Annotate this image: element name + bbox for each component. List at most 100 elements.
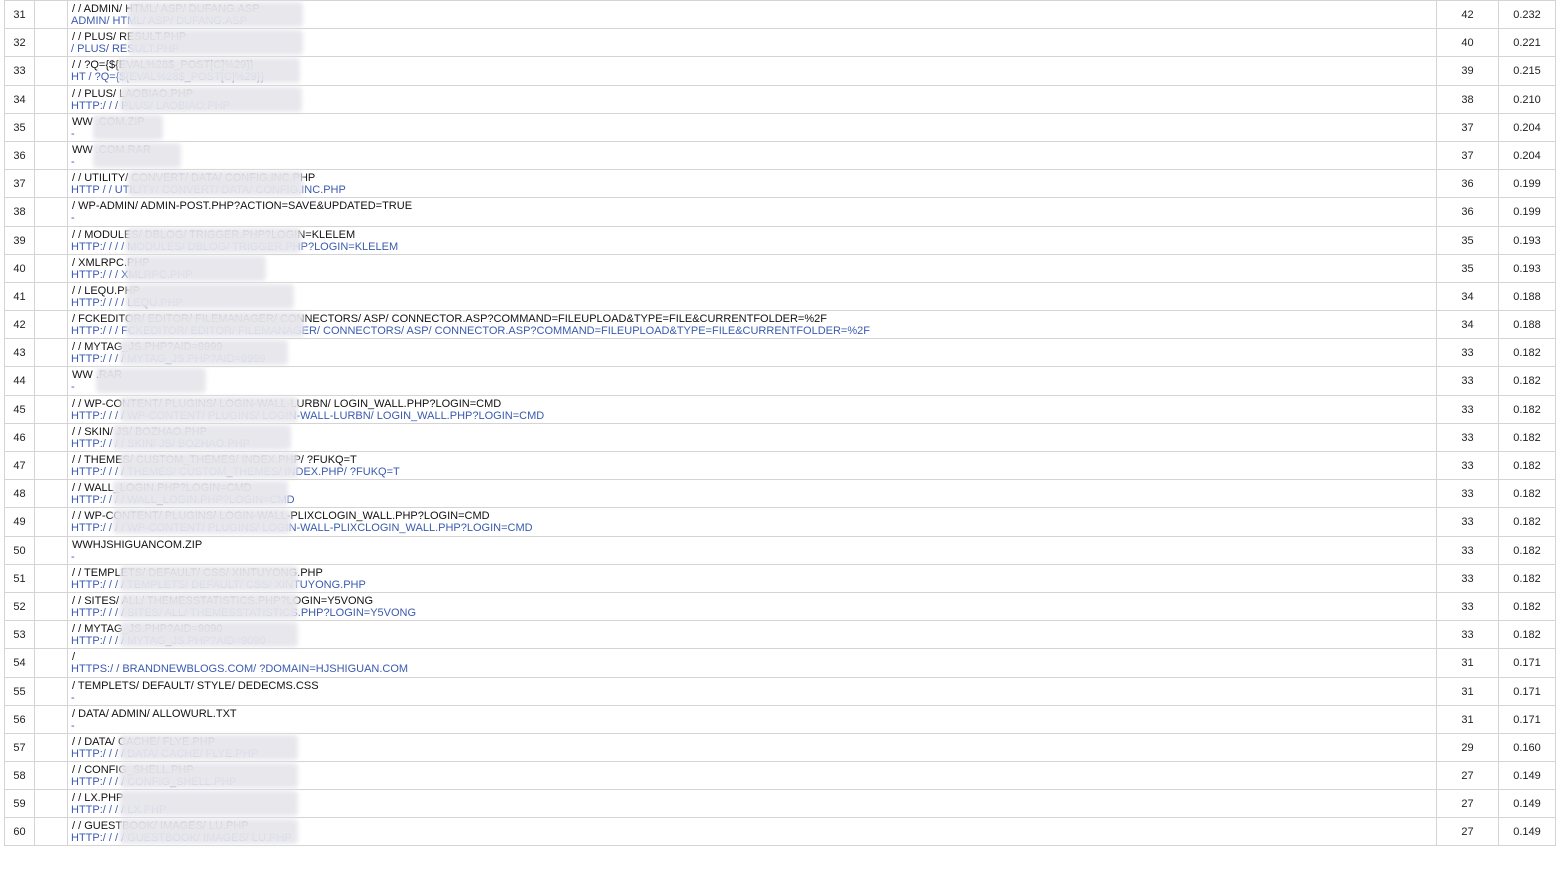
spacer-cell — [34, 649, 67, 677]
hits-cell: 37 — [1436, 141, 1498, 170]
referrer-link[interactable]: - — [71, 381, 75, 394]
spacer-cell — [34, 452, 67, 480]
hits-cell: 37 — [1436, 113, 1498, 141]
referrer-link[interactable]: - — [71, 128, 75, 141]
percent-value: 0.171 — [1513, 685, 1541, 698]
percent-cell: 0.182 — [1498, 395, 1556, 423]
hit-count: 31 — [1461, 657, 1474, 670]
hits-cell: 35 — [1436, 226, 1498, 254]
hits-cell: 42 — [1436, 1, 1498, 29]
path-cell: / DATA/ ADMIN/ ALLOWURL.TXT - — [67, 705, 1436, 733]
row-index: 41 — [13, 290, 26, 303]
referrer-link[interactable]: HTTPS:/ / BRANDNEWBLOGS.COM/ ?DOMAIN=HJS… — [71, 663, 408, 676]
spacer-cell — [34, 790, 67, 818]
percent-value: 0.182 — [1513, 403, 1541, 416]
hit-count: 36 — [1461, 206, 1474, 219]
percent-cell: 0.171 — [1498, 705, 1556, 733]
path-cell: / / ?Q={${EVAL%28$_POST[C]%29}} HT / ?Q=… — [67, 57, 1436, 85]
table-row: 39 / / MODULES/ DBLOG/ TRIGGER.PHP?LOGIN… — [4, 225, 1556, 254]
referrer-link[interactable]: - — [71, 720, 75, 733]
redaction-blur — [128, 2, 303, 27]
hits-cell: 33 — [1436, 621, 1498, 649]
redaction-blur — [120, 396, 298, 422]
redaction-blur — [113, 481, 288, 507]
percent-cell: 0.210 — [1498, 85, 1556, 113]
row-index-cell: 60 — [4, 818, 34, 845]
percent-value: 0.182 — [1513, 572, 1541, 585]
path-cell: / WP-ADMIN/ ADMIN-POST.PHP?ACTION=SAVE&U… — [67, 198, 1436, 226]
hits-cell: 40 — [1436, 29, 1498, 57]
row-index-cell: 58 — [4, 762, 34, 790]
hits-cell: 27 — [1436, 762, 1498, 790]
percent-value: 0.149 — [1513, 798, 1541, 811]
row-index: 40 — [13, 262, 26, 275]
row-index: 46 — [13, 431, 26, 444]
hit-count: 29 — [1461, 741, 1474, 754]
row-index-cell: 31 — [4, 1, 34, 29]
hit-count: 33 — [1461, 488, 1474, 501]
row-index: 55 — [13, 685, 26, 698]
row-index-cell: 56 — [4, 705, 34, 733]
percent-cell: 0.182 — [1498, 339, 1556, 367]
spacer-cell — [34, 198, 67, 226]
redaction-blur — [120, 453, 298, 478]
redaction-blur — [120, 340, 288, 366]
spacer-cell — [34, 423, 67, 451]
table-row: 46 / / SKIN/ JS/ BOZHAO.PHP HTTP:/ / / /… — [4, 422, 1556, 451]
percent-cell: 0.199 — [1498, 170, 1556, 198]
spacer-cell — [34, 733, 67, 762]
table-row: 50 WWHJSHIGUANCOM.ZIP - 33 0.182 — [4, 535, 1556, 564]
percent-value: 0.149 — [1513, 770, 1541, 783]
row-index-cell: 32 — [4, 29, 34, 57]
percent-cell: 0.215 — [1498, 57, 1556, 85]
hit-count: 33 — [1461, 403, 1474, 416]
redaction-blur — [120, 734, 298, 760]
referrer-link[interactable]: - — [71, 156, 75, 169]
spacer-cell — [34, 705, 67, 733]
redaction-blur — [126, 227, 301, 253]
table-row: 38 / WP-ADMIN/ ADMIN-POST.PHP?ACTION=SAV… — [4, 197, 1556, 226]
row-index-cell: 43 — [4, 339, 34, 367]
referrer-link[interactable]: - — [71, 692, 75, 705]
hits-cell: 36 — [1436, 170, 1498, 198]
row-index: 31 — [13, 9, 26, 21]
spacer-cell — [34, 57, 67, 85]
percent-cell: 0.199 — [1498, 198, 1556, 226]
row-index-cell: 50 — [4, 536, 34, 564]
hit-count: 42 — [1461, 9, 1474, 21]
row-index-cell: 54 — [4, 649, 34, 677]
hits-cell: 39 — [1436, 57, 1498, 85]
percent-cell: 0.149 — [1498, 790, 1556, 818]
percent-value: 0.171 — [1513, 713, 1541, 726]
hits-cell: 33 — [1436, 592, 1498, 621]
percent-cell: 0.182 — [1498, 508, 1556, 536]
percent-value: 0.188 — [1513, 319, 1541, 332]
percent-cell: 0.221 — [1498, 29, 1556, 57]
hit-count: 33 — [1461, 375, 1474, 388]
percent-cell: 0.182 — [1498, 536, 1556, 564]
path-cell: / / DATA/ CACHE/ FLYE.PHP HTTP:/ / / / D… — [67, 733, 1436, 762]
hits-cell: 31 — [1436, 649, 1498, 677]
hits-cell: 31 — [1436, 705, 1498, 733]
hit-count: 35 — [1461, 262, 1474, 275]
percent-value: 0.199 — [1513, 206, 1541, 219]
path-cell: / / WP-CONTENT/ PLUGINS/ LOGIN-WALL-PLIX… — [67, 508, 1436, 536]
hit-count: 33 — [1461, 544, 1474, 557]
row-index: 32 — [13, 37, 26, 50]
row-index: 59 — [13, 798, 26, 811]
referrer-link[interactable]: - — [71, 551, 75, 564]
percent-cell: 0.149 — [1498, 818, 1556, 845]
hit-count: 40 — [1461, 37, 1474, 50]
hit-count: 33 — [1461, 431, 1474, 444]
percent-cell: 0.182 — [1498, 480, 1556, 508]
table-row: 45 / / WP-CONTENT/ PLUGINS/ LOGIN-WALL-L… — [4, 394, 1556, 423]
percent-cell: 0.182 — [1498, 423, 1556, 451]
referrer-link[interactable]: - — [71, 212, 75, 225]
path-cell: / / WALL_LOGIN.PHP?LOGIN=CMD HTTP:/ / / … — [67, 480, 1436, 508]
redaction-blur — [120, 819, 298, 845]
row-index-cell: 59 — [4, 790, 34, 818]
hit-count: 37 — [1461, 121, 1474, 134]
hits-cell: 34 — [1436, 311, 1498, 339]
row-index-cell: 55 — [4, 677, 34, 705]
spacer-cell — [34, 282, 67, 311]
